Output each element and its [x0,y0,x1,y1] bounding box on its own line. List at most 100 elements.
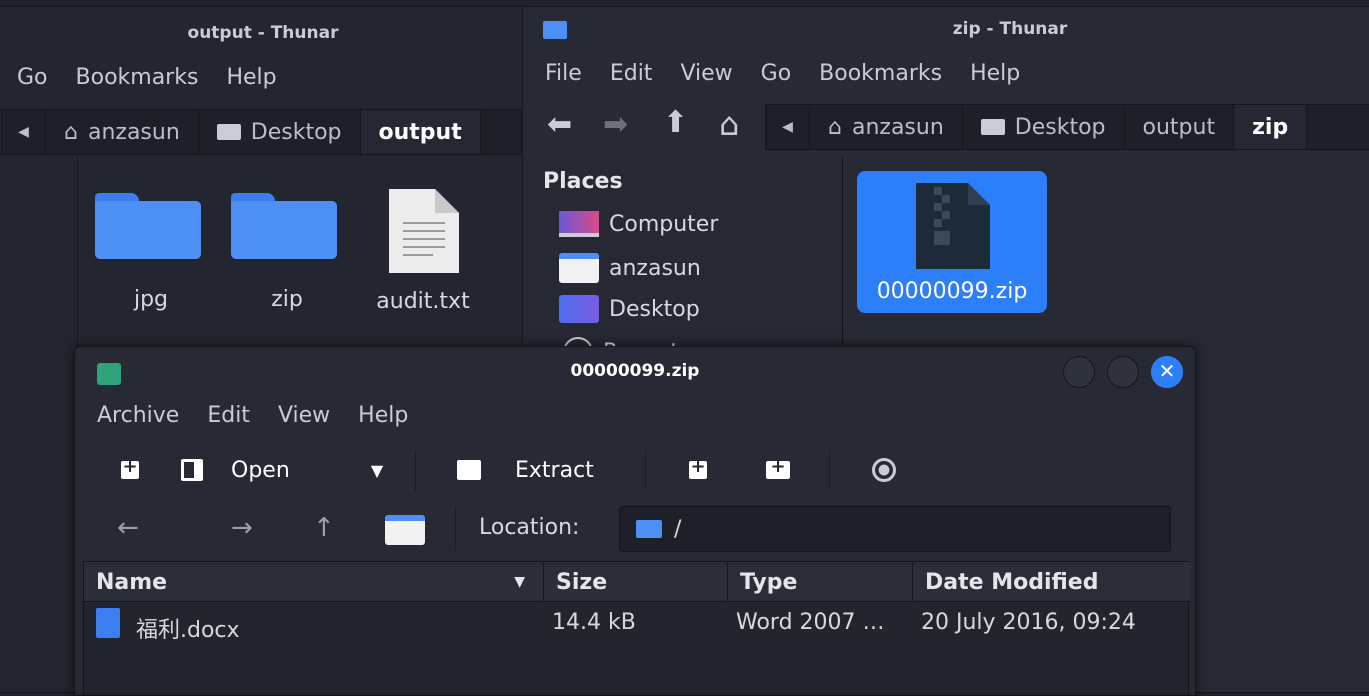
add-folder-icon [766,456,790,479]
desktop-icon [216,124,241,140]
open-dropdown-button[interactable]: ▼ [359,453,395,487]
folder-icon [543,21,567,39]
path-item-desktop[interactable]: Desktop [199,110,361,154]
menu-edit[interactable]: Edit [193,403,264,428]
folder-icon [95,193,201,259]
column-label: Type [740,569,798,595]
up-arrow-icon[interactable]: ⬆ [663,105,688,140]
archive-manager-window: 00000099.zip ✕ Archive Edit View Help Op… [74,346,1196,696]
cell-size: 14.4 kB [552,610,636,635]
cell-name: 福利.docx [136,618,240,643]
path-item-output[interactable]: output [1125,105,1235,149]
stop-button[interactable] [859,453,909,487]
home-icon: ⌂ [64,119,78,145]
file-list: Name ▼ Size Type Date Modified 福利.docx 1… [83,561,1190,695]
path-item-zip[interactable]: zip [1234,105,1308,149]
path-bar: ◀ ⌂ anzasun Desktop output zip [765,104,1369,150]
add-files-button[interactable] [673,453,723,487]
open-button[interactable]: Open [181,451,290,489]
open-icon [181,459,203,481]
location-field[interactable]: / [619,506,1171,552]
computer-icon [559,211,599,237]
extract-label: Extract [515,457,594,483]
toolbar-separator [645,451,646,491]
path-label: anzasun [87,119,180,145]
file-label: zip [271,287,303,312]
menubar: Go Bookmarks Help [3,65,527,90]
cell-type: Word 2007 … [736,610,885,635]
menu-help[interactable]: Help [956,61,1034,86]
window-title: zip - Thunar [952,19,1068,39]
menu-help[interactable]: Help [212,65,290,90]
file-item-zip-archive[interactable]: 00000099.zip [857,171,1047,313]
path-scroll-left-button[interactable]: ◀ [766,105,810,149]
file-label: jpg [133,287,169,312]
file-item-zip[interactable]: zip [231,193,343,312]
desktop-icon [980,119,1005,135]
new-archive-icon [121,456,139,479]
sidebar-item-desktop[interactable]: Desktop [559,295,700,323]
column-header-size[interactable]: Size [544,562,728,602]
sidebar-item-label: Computer [609,211,719,237]
home-icon[interactable]: ⌂ [719,105,739,143]
menu-view[interactable]: View [666,61,746,86]
home-folder-icon[interactable] [385,515,425,545]
zip-file-icon [916,183,990,269]
file-item-jpg[interactable]: jpg [95,193,207,312]
home-icon: ⌂ [828,114,842,140]
column-label: Date Modified [925,569,1099,595]
menu-help[interactable]: Help [344,403,422,428]
up-arrow-icon[interactable]: ↑ [313,513,335,543]
path-label: zip [1252,114,1289,140]
path-item-desktop[interactable]: Desktop [963,105,1125,149]
add-folder-button[interactable] [753,453,803,487]
chevron-left-icon: ◀ [782,119,793,135]
forward-arrow-icon[interactable]: ➡ [603,107,628,142]
back-arrow-icon[interactable]: ⬅ [547,107,572,142]
extract-button[interactable]: Extract [457,451,594,489]
menubar: Archive Edit View Help [83,403,1195,428]
menu-bookmarks[interactable]: Bookmarks [805,61,956,86]
menu-edit[interactable]: Edit [596,61,667,86]
extract-icon [457,460,481,480]
forward-arrow-icon[interactable]: → [231,513,253,543]
folder-icon [231,193,337,259]
sidebar-item-anzasun[interactable]: anzasun [559,253,701,283]
menu-go[interactable]: Go [3,65,62,90]
path-label: Desktop [1014,114,1106,140]
column-label: Size [556,569,608,595]
menu-view[interactable]: View [264,403,344,428]
column-header-date-modified[interactable]: Date Modified [913,562,1189,602]
path-label: anzasun [851,114,944,140]
close-button[interactable]: ✕ [1151,356,1183,388]
text-file-icon [389,189,459,273]
menu-file[interactable]: File [531,61,596,86]
menu-go[interactable]: Go [747,61,806,86]
path-scroll-left-button[interactable]: ◀ [2,110,46,154]
column-header-name[interactable]: Name ▼ [84,562,544,602]
minimize-button[interactable] [1063,356,1095,388]
menubar: File Edit View Go Bookmarks Help [531,61,1369,86]
maximize-button[interactable] [1107,356,1139,388]
toolbar-separator [829,451,830,491]
location-label: Location: [479,515,580,540]
file-label: 00000099.zip [876,279,1028,304]
path-item-output[interactable]: output [360,110,481,154]
chevron-down-icon: ▼ [370,460,384,480]
stop-icon [872,458,896,482]
path-item-home[interactable]: ⌂ anzasun [46,110,199,154]
window-title: 00000099.zip [570,361,700,381]
sidebar-item-computer[interactable]: Computer [559,211,718,237]
file-item-audit-txt[interactable]: audit.txt [367,187,479,314]
column-header-type[interactable]: Type [728,562,913,602]
add-file-icon [689,456,707,479]
table-row[interactable]: 福利.docx 14.4 kB Word 2007 … 20 July 2016… [84,604,1190,648]
home-folder-icon [559,253,599,283]
new-archive-button[interactable] [105,453,155,487]
path-label: output [1142,114,1216,140]
path-label: Desktop [250,119,342,145]
menu-bookmarks[interactable]: Bookmarks [62,65,213,90]
path-item-home[interactable]: ⌂ anzasun [810,105,963,149]
back-arrow-icon[interactable]: ← [117,513,139,543]
menu-archive[interactable]: Archive [83,403,193,428]
